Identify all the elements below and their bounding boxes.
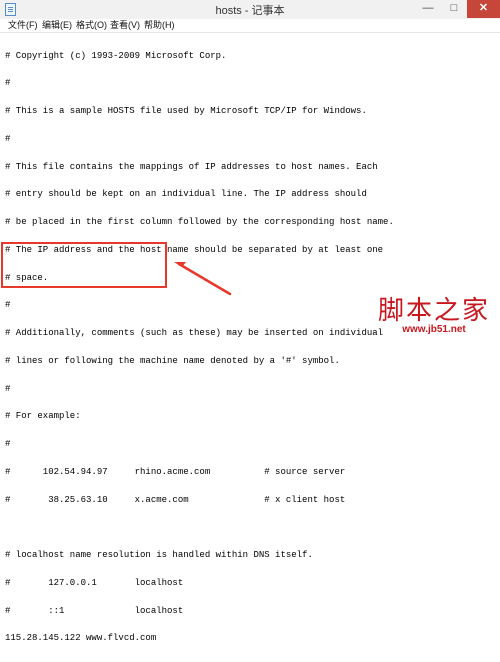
text-line: #: [5, 300, 11, 311]
text-line: [5, 523, 394, 532]
text-line: # Copyright (c) 1993-2009 Microsoft Corp…: [5, 50, 227, 61]
site-watermark: 脚本之家 www.jb51.net: [370, 290, 498, 340]
menu-help[interactable]: 帮助(H): [144, 19, 175, 32]
text-line: # Additionally, comments (such as these)…: [5, 328, 384, 338]
close-button[interactable]: ✕: [467, 0, 500, 18]
annotation-arrow-icon: [174, 262, 232, 296]
text-line: # 127.0.0.1 localhost: [5, 577, 184, 588]
menu-bar: 文件(F) 编辑(E) 格式(O) 查看(V) 帮助(H): [0, 19, 500, 33]
text-line: # localhost name resolution is handled w…: [5, 550, 313, 560]
text-line: # This is a sample HOSTS file used by Mi…: [5, 106, 367, 116]
text-line: # entry should be kept on an individual …: [5, 189, 367, 200]
text-line: #: [5, 383, 11, 394]
text-line: # 102.54.94.97 rhino.acme.com # source s…: [5, 466, 346, 477]
watermark-brand: 脚本之家: [377, 296, 490, 326]
text-line: # This file contains the mappings of IP …: [5, 161, 378, 172]
hosts-file-content[interactable]: # Copyright (c) 1993-2009 Microsoft Corp…: [5, 33, 394, 662]
minimize-button[interactable]: —: [415, 0, 441, 18]
menu-view[interactable]: 查看(V): [110, 19, 140, 32]
text-line: # be placed in the first column followed…: [5, 217, 394, 227]
menu-edit[interactable]: 编辑(E): [42, 19, 72, 32]
text-line: # lines or following the machine name de…: [5, 355, 340, 366]
text-line: # For example:: [5, 411, 81, 422]
menu-file[interactable]: 文件(F): [8, 19, 38, 32]
maximize-button[interactable]: □: [441, 0, 467, 18]
added-host-entry: 115.28.145.122 www.flvcd.com: [5, 633, 157, 644]
highlight-box: [1, 242, 167, 288]
text-line: #: [5, 133, 11, 144]
watermark-url: www.jb51.net: [402, 324, 466, 335]
text-line: # ::1 localhost: [5, 605, 184, 616]
text-line: # 38.25.63.10 x.acme.com # x client host: [5, 494, 346, 505]
text-line: #: [5, 439, 11, 449]
title-bar[interactable]: hosts - 记事本 — □ ✕: [0, 0, 500, 20]
notepad-window: hosts - 记事本 — □ ✕ 文件(F) 编辑(E) 格式(O) 查看(V…: [0, 0, 500, 643]
menu-format[interactable]: 格式(O): [76, 19, 107, 32]
text-line: #: [5, 78, 11, 89]
